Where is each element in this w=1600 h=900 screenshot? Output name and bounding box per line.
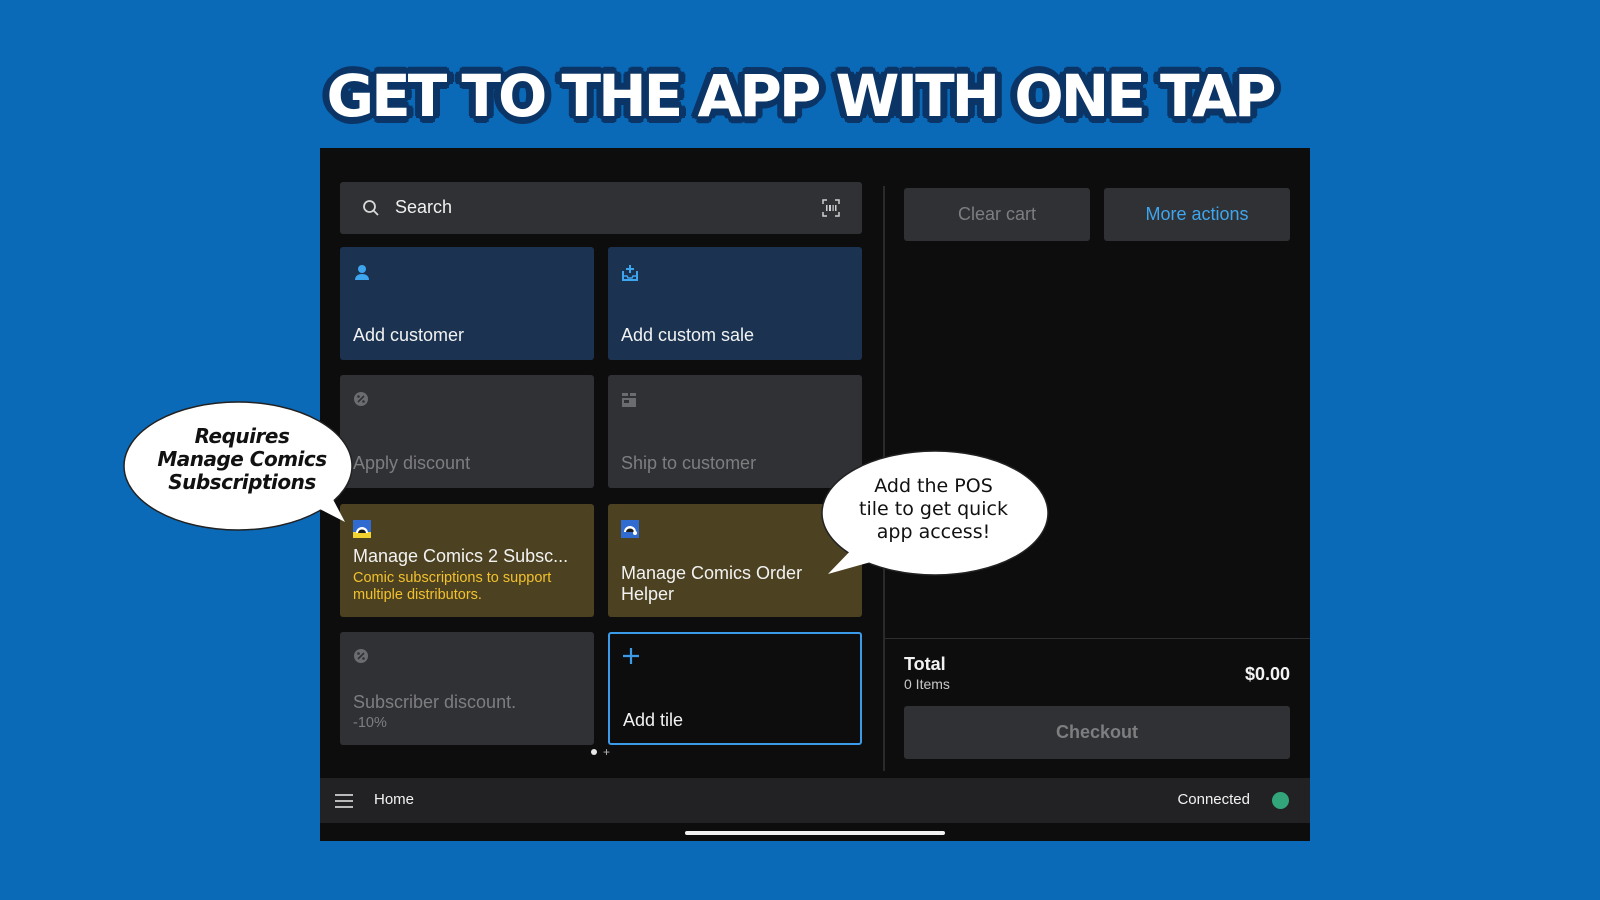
bottom-bar: Home Connected	[320, 778, 1310, 823]
pos-screen: Search Add customer Add custom sale Appl…	[320, 148, 1310, 841]
tile-label: Subscriber discount.	[353, 692, 517, 712]
shipping-box-icon	[622, 393, 636, 407]
person-icon	[355, 265, 369, 280]
tile-subscriber-discount[interactable]: Subscriber discount. -10%	[340, 632, 594, 745]
search-icon	[363, 200, 379, 216]
tile-label: Add customer	[353, 325, 465, 345]
callout-add-tile: Add the POS tile to get quick app access…	[816, 450, 1051, 585]
tile-label: Manage Comics 2 Subsc...	[353, 546, 569, 566]
tile-manage-comics-subscriptions[interactable]: Manage Comics 2 Subsc... Comic subscript…	[340, 504, 594, 617]
page-indicator[interactable]: +	[591, 746, 610, 758]
total-label: Total	[904, 654, 946, 674]
item-count: 0 Items	[904, 676, 950, 692]
tile-label: Ship to customer	[621, 453, 757, 473]
tile-add-customer[interactable]: Add customer	[340, 247, 594, 360]
manage-comics-order-icon	[621, 520, 639, 538]
callout-line: Manage Comics	[157, 447, 327, 471]
tile-label: Add tile	[623, 710, 684, 730]
clear-cart-button[interactable]: Clear cart	[904, 188, 1090, 241]
add-page-button[interactable]: +	[603, 746, 610, 758]
search-bar[interactable]: Search	[340, 182, 862, 234]
total-value: $0.00	[1244, 664, 1290, 684]
tile-subtitle: -10%	[353, 715, 387, 731]
callout-line: app access!	[876, 521, 991, 543]
home-indicator[interactable]	[685, 831, 945, 835]
home-nav-link[interactable]: Home	[374, 791, 414, 808]
total-divider	[885, 638, 1310, 639]
more-actions-button[interactable]: More actions	[1104, 188, 1290, 241]
callout-line: Add the POS	[874, 475, 993, 497]
callout-line: tile to get quick	[859, 498, 1008, 520]
checkout-button[interactable]: Checkout	[904, 706, 1290, 759]
page-dot-active[interactable]	[591, 749, 597, 755]
connection-status-dot	[1272, 792, 1289, 809]
tray-add-icon	[622, 265, 638, 281]
search-input[interactable]: Search	[395, 197, 452, 218]
connection-status-label: Connected	[1177, 791, 1250, 808]
tile-subtitle: Comic subscriptions to support multiple …	[353, 570, 552, 603]
tile-add-tile[interactable]: Add tile	[608, 632, 862, 745]
plus-icon	[623, 648, 639, 664]
tile-label: Add custom sale	[621, 325, 755, 345]
callout-line: Requires	[194, 424, 290, 448]
hamburger-menu-icon[interactable]	[335, 794, 353, 808]
callout-requires-app: Requires Manage Comics Subscriptions	[122, 400, 362, 540]
tile-apply-discount[interactable]: Apply discount	[340, 375, 594, 488]
tile-label: Manage Comics Order Helper	[621, 563, 803, 604]
discount-badge-icon	[354, 649, 368, 663]
barcode-scan-icon[interactable]	[822, 199, 840, 217]
tile-add-custom-sale[interactable]: Add custom sale	[608, 247, 862, 360]
headline: GET TO THE APP WITH ONE TAP	[326, 62, 1276, 130]
tile-label: Apply discount	[353, 453, 471, 473]
callout-line: Subscriptions	[168, 470, 316, 494]
